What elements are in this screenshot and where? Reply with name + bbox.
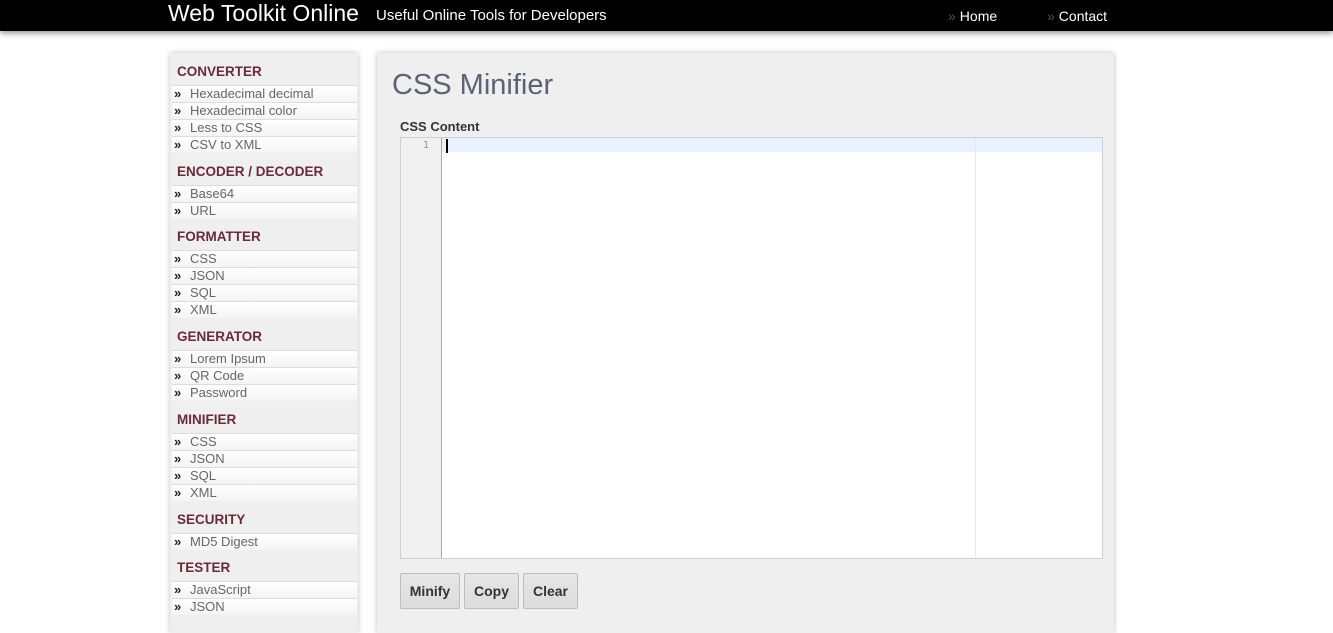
sidebar-item-arrow: »	[174, 137, 182, 152]
sidebar-item-arrow: »	[174, 351, 182, 366]
sidebar-item-arrow: »	[174, 582, 182, 597]
sidebar-item-arrow: »	[174, 86, 182, 101]
sidebar-item[interactable]: » Password	[172, 384, 357, 401]
sidebar-item-label: JSON	[190, 451, 225, 466]
sidebar-item-arrow: »	[174, 468, 182, 483]
site-tagline: Useful Online Tools for Developers	[376, 7, 607, 24]
sidebar-item-label: SQL	[190, 468, 217, 483]
sidebar-item[interactable]: » JSON	[172, 267, 357, 284]
sidebar-item[interactable]: » Lorem Ipsum	[172, 350, 357, 367]
sidebar-section-title: ENCODER / DECODER	[177, 164, 324, 179]
sidebar-item-label: XML	[190, 485, 217, 500]
clear-button[interactable]: Clear	[523, 573, 578, 609]
sidebar-item-label: XML	[190, 302, 217, 317]
sidebar-item[interactable]: » Less to CSS	[172, 119, 357, 136]
sidebar-item-arrow: »	[174, 268, 182, 283]
nav-contact-label: Contact	[1058, 8, 1108, 24]
main-panel: CSS Minifier CSS Content 1 Minify Copy C…	[377, 53, 1114, 633]
sidebar-item[interactable]: » Base64	[172, 185, 357, 202]
sidebar-item-label: CSV to XML	[190, 137, 262, 152]
sidebar-item-arrow: »	[174, 285, 182, 300]
sidebar-item-arrow: »	[174, 485, 182, 500]
sidebar-item[interactable]: » MD5 Digest	[172, 533, 357, 550]
sidebar-item-label: CSS	[190, 251, 217, 266]
sidebar-item-label: Password	[190, 385, 248, 400]
sidebar-section-title: FORMATTER	[177, 229, 261, 244]
sidebar-item-arrow: »	[174, 203, 182, 218]
sidebar-item-label: Lorem Ipsum	[190, 351, 266, 366]
editor-gutter: 1	[401, 138, 442, 558]
sidebar-item-arrow: »	[174, 120, 182, 135]
sidebar-item-arrow: »	[174, 434, 182, 449]
nav-contact-link[interactable]: » Contact	[1047, 8, 1107, 24]
nav-home-prefix: »	[948, 8, 956, 24]
nav-contact-prefix: »	[1047, 8, 1055, 24]
sidebar-item-label: Hexadecimal decimal	[190, 86, 314, 101]
sidebar-item-arrow: »	[174, 385, 182, 400]
sidebar-item-arrow: »	[174, 368, 182, 383]
site-logo[interactable]: Web Toolkit Online	[168, 0, 359, 26]
sidebar-item[interactable]: » Hexadecimal decimal	[172, 85, 357, 102]
active-line-highlight	[442, 138, 1102, 152]
nav-home-label: Home	[959, 8, 998, 24]
sidebar-item[interactable]: » QR Code	[172, 367, 357, 384]
sidebar-item[interactable]: » JSON	[172, 450, 357, 467]
sidebar-section-title: GENERATOR	[177, 329, 263, 344]
sidebar-item-arrow: »	[174, 534, 182, 549]
sidebar-item-arrow: »	[174, 103, 182, 118]
sidebar-item[interactable]: » CSS	[172, 250, 357, 267]
sidebar-item[interactable]: » XML	[172, 301, 357, 318]
sidebar-item[interactable]: » SQL	[172, 284, 357, 301]
sidebar-item-arrow: »	[174, 302, 182, 317]
css-content-label: CSS Content	[400, 119, 480, 134]
sidebar-item-label: Less to CSS	[190, 120, 263, 135]
sidebar-item[interactable]: » URL	[172, 202, 357, 219]
sidebar-item-label: Base64	[190, 186, 235, 201]
sidebar-item[interactable]: » XML	[172, 484, 357, 501]
sidebar-item-label: JSON	[190, 599, 225, 614]
sidebar-item[interactable]: » Hexadecimal color	[172, 102, 357, 119]
sidebar-item[interactable]: » CSV to XML	[172, 136, 357, 153]
sidebar-item-label: QR Code	[190, 368, 245, 383]
sidebar-item[interactable]: » SQL	[172, 467, 357, 484]
sidebar-item[interactable]: » JSON	[172, 598, 357, 615]
sidebar-item-arrow: »	[174, 451, 182, 466]
sidebar-item-label: CSS	[190, 434, 217, 449]
sidebar-section-title: CONVERTER	[177, 64, 262, 79]
nav-home-link[interactable]: » Home	[948, 8, 997, 24]
sidebar-item[interactable]: » CSS	[172, 433, 357, 450]
copy-button[interactable]: Copy	[464, 573, 519, 609]
sidebar-item-arrow: »	[174, 251, 182, 266]
top-navigation-bar: Web Toolkit Online Useful Online Tools f…	[0, 0, 1333, 31]
sidebar-item-label: MD5 Digest	[190, 534, 258, 549]
print-margin	[975, 138, 976, 558]
sidebar-item[interactable]: » JavaScript	[172, 581, 357, 598]
sidebar-item-arrow: »	[174, 186, 182, 201]
sidebar-item-label: Hexadecimal color	[190, 103, 297, 118]
sidebar-section-title: MINIFIER	[177, 412, 237, 427]
sidebar-section-title: SECURITY	[177, 512, 246, 527]
sidebar-item-label: URL	[190, 203, 217, 218]
sidebar-item-label: SQL	[190, 285, 217, 300]
line-number: 1	[422, 140, 429, 151]
sidebar-section-title: TESTER	[177, 560, 231, 575]
minify-button[interactable]: Minify	[400, 573, 460, 609]
page-title: CSS Minifier	[392, 69, 554, 101]
tools-sidebar: CONVERTER » Hexadecimal decimal » Hexadecima…	[170, 53, 358, 633]
sidebar-item-arrow: »	[174, 599, 182, 614]
sidebar-item-label: JavaScript	[190, 582, 251, 597]
sidebar-item-label: JSON	[190, 268, 225, 283]
text-cursor	[446, 139, 448, 153]
css-content-editor[interactable]: 1	[400, 137, 1103, 559]
